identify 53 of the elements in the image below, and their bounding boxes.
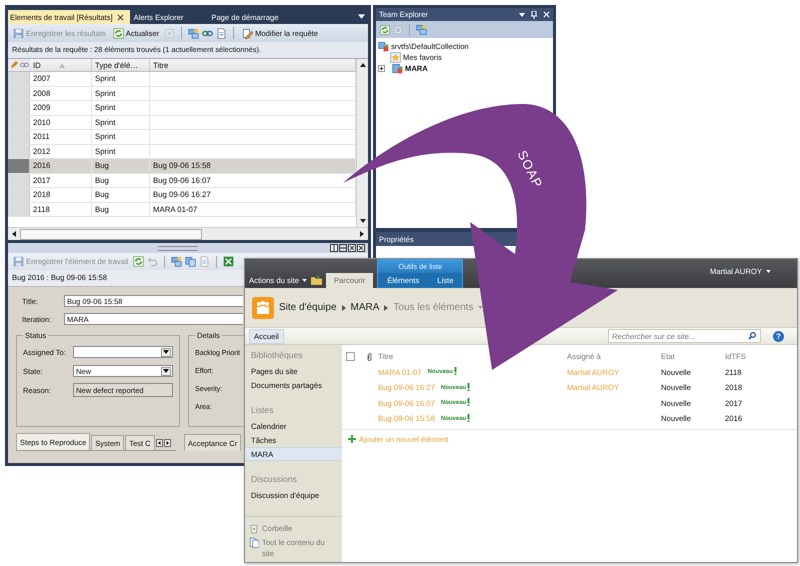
exclamation-icon <box>467 382 470 391</box>
link-add-icon[interactable] <box>171 256 182 267</box>
pencil-icon <box>10 61 18 69</box>
link-add-icon[interactable] <box>188 28 200 38</box>
attachment-icon <box>367 352 372 361</box>
checkbox[interactable] <box>346 352 355 362</box>
link-icon <box>20 62 29 68</box>
copy-icon[interactable] <box>185 256 196 267</box>
breadcrumb-arrow-icon <box>342 304 346 310</box>
expand-icon[interactable] <box>378 65 385 72</box>
folder-icon[interactable] <box>311 275 322 285</box>
connect-icon[interactable] <box>416 24 427 35</box>
edit-icon <box>242 28 254 38</box>
refresh-icon <box>112 28 124 38</box>
caret-icon[interactable] <box>478 306 484 309</box>
star-icon <box>390 52 401 63</box>
left-arrow-icon[interactable] <box>156 439 163 447</box>
plus-icon <box>348 435 356 443</box>
dropdown-icon[interactable] <box>358 14 365 18</box>
refresh-icon[interactable] <box>380 24 390 34</box>
help-button[interactable]: ? <box>773 330 784 342</box>
right-arrow-icon <box>360 231 364 237</box>
dropdown-arrow-icon <box>163 369 169 373</box>
spreadsheet-icon[interactable] <box>223 256 234 267</box>
breadcrumb-link[interactable]: Site d'équipe <box>279 302 337 313</box>
up-arrow-icon <box>360 63 366 67</box>
documents-icon <box>249 537 259 548</box>
sort-arrow-icon <box>58 62 65 68</box>
search-icon <box>748 332 756 340</box>
vertical-scrollbar[interactable] <box>356 59 368 227</box>
horizontal-scrollbar[interactable] <box>8 227 368 240</box>
split-horizontal-icon[interactable] <box>339 244 347 252</box>
refresh-icon[interactable] <box>133 256 144 267</box>
split-vertical-icon[interactable] <box>330 244 338 252</box>
caret-icon <box>766 270 771 273</box>
left-arrow-icon <box>12 231 16 237</box>
close-icon[interactable] <box>116 14 124 20</box>
project-icon <box>392 63 403 74</box>
breadcrumb-arrow-icon <box>384 304 388 310</box>
breadcrumb-link[interactable]: MARA <box>350 302 380 313</box>
exclamation-icon <box>454 367 457 376</box>
pin-icon[interactable] <box>531 10 537 18</box>
server-icon <box>378 41 389 52</box>
down-arrow-icon <box>360 219 366 223</box>
right-arrow-icon[interactable] <box>164 439 171 447</box>
dropdown-field[interactable] <box>73 346 173 358</box>
document-icon[interactable] <box>216 28 228 38</box>
dropdown-arrow-icon <box>163 350 169 354</box>
dropdown-icon[interactable] <box>519 12 525 16</box>
exclamation-icon <box>467 414 470 422</box>
recycle-bin-icon <box>249 523 259 534</box>
caret-icon <box>302 278 307 282</box>
exclamation-icon <box>467 398 470 406</box>
